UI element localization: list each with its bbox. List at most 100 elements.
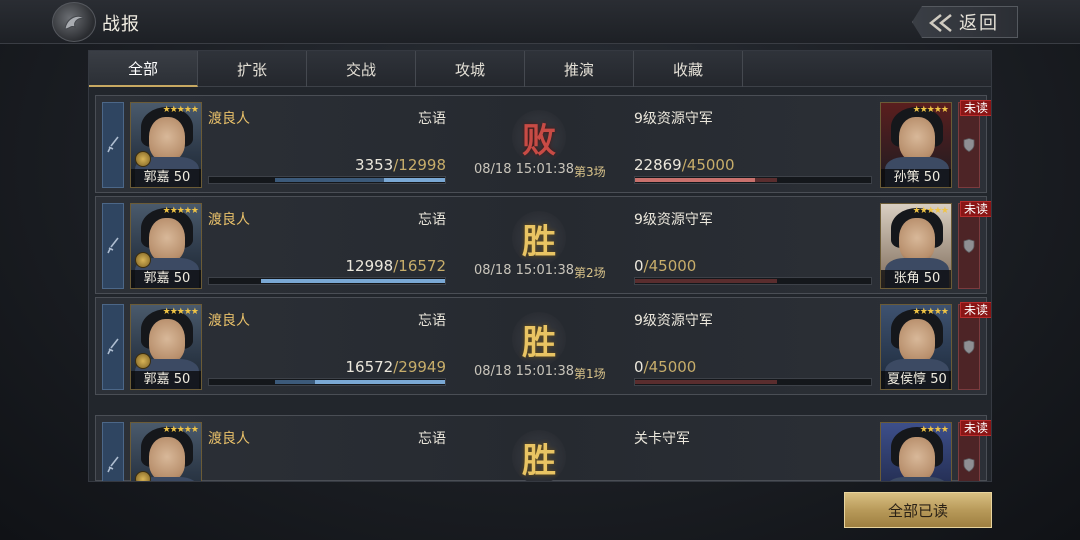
tab-simulation[interactable]: 推演: [525, 51, 634, 87]
defender-troops-current: 0: [634, 358, 644, 376]
defender-troops-max: /45000: [643, 257, 697, 275]
attacker-troops: 3353/12998: [296, 156, 446, 174]
attacker-troops: 16572/29949: [296, 358, 447, 376]
attacker-troops-max: /29949: [393, 358, 446, 376]
unread-badge: 未读: [959, 420, 991, 436]
defender-name: 关卡守军: [634, 431, 690, 447]
defender-bar-lost: [635, 279, 777, 283]
battle-report-panel: 全部 扩张 交战 攻城 推演 收藏 ★★★★★ 郭嘉 50 渡良人 忘语 335…: [88, 50, 992, 482]
seal-icon: [135, 353, 151, 369]
attacker-troops-max: /16572: [393, 257, 446, 275]
defender-hero-name: 张角 50: [881, 270, 951, 288]
attacker-troops-current: 12998: [345, 257, 394, 275]
report-row[interactable]: ★★★★★ 郭嘉 50 渡良人 忘语 12998/16572 胜 08/18 1…: [95, 196, 991, 294]
result-text: 胜: [522, 322, 556, 363]
defender-name: 9级资源守军: [634, 111, 713, 127]
attacker-player-name: 渡良人: [208, 313, 250, 329]
attacker-player-name: 渡良人: [208, 111, 250, 127]
defender-bar-lost: [635, 380, 777, 384]
result-text: 败: [522, 120, 556, 161]
shield-icon: [963, 458, 975, 472]
attacker-hero-portrait[interactable]: ★★★★★: [130, 422, 202, 481]
back-label: 返回: [959, 13, 999, 34]
tab-expand[interactable]: 扩张: [198, 51, 307, 87]
defender-hero-portrait[interactable]: ★★★★★ 孙策 50: [880, 102, 952, 188]
hero-face: [899, 117, 935, 161]
result-text: 胜: [522, 221, 556, 262]
attacker-hero-portrait[interactable]: ★★★★★ 郭嘉 50: [130, 102, 202, 188]
attacker-hero-name: 郭嘉 50: [131, 371, 201, 389]
report-row[interactable]: ★★★★★ 郭嘉 50 渡良人 忘语 3353/12998 败 08/18 15…: [95, 95, 991, 193]
shield-icon: [963, 138, 975, 152]
attacker-side-tab: [102, 304, 124, 390]
dragon-emblem-icon: [52, 2, 96, 42]
tab-favorites[interactable]: 收藏: [634, 51, 743, 87]
report-row[interactable]: ★★★★★ 郭嘉 50 渡良人 忘语 16572/29949 胜 08/18 1…: [95, 297, 991, 395]
unread-badge: 未读: [959, 100, 991, 116]
defender-troops-max: /45000: [681, 156, 735, 174]
page-title: 战报: [102, 14, 140, 35]
hero-stars: ★★★★★: [162, 425, 199, 435]
attacker-side-tab: [102, 102, 124, 188]
hero-stars: ★★★★★: [162, 105, 199, 115]
result-text: 胜: [522, 440, 556, 481]
attacker-bar-fill: [315, 380, 445, 384]
defender-troops-max: /45000: [643, 358, 697, 376]
result-emblem: 胜: [512, 430, 566, 481]
attacker-hero-portrait[interactable]: ★★★★★ 郭嘉 50: [130, 203, 202, 289]
tab-battle[interactable]: 交战: [307, 51, 416, 87]
tab-all[interactable]: 全部: [89, 51, 198, 87]
sword-icon: [107, 338, 119, 355]
back-button[interactable]: 返回: [912, 6, 1018, 38]
report-row[interactable]: ★★★★★ 渡良人 忘语 胜 关卡守军 ★★★★ 未读: [95, 415, 991, 481]
hero-stars: ★★★★: [919, 425, 949, 435]
hero-face: [149, 218, 185, 262]
attacker-troops-current: 16572: [345, 358, 394, 376]
unread-badge: 未读: [959, 302, 991, 318]
double-chevron-left-icon: [928, 14, 952, 32]
defender-bar-fill: [635, 178, 755, 182]
result-emblem: 胜: [512, 211, 566, 265]
attacker-alliance: 忘语: [418, 313, 446, 329]
defender-hero-portrait[interactable]: ★★★★: [880, 422, 952, 481]
hero-face: [899, 218, 935, 262]
hero-stars: ★★★★★: [912, 307, 949, 317]
seal-icon: [135, 151, 151, 167]
hero-face: [899, 437, 935, 481]
defender-hero-name: 夏侯惇 50: [881, 371, 951, 389]
seal-icon: [135, 252, 151, 268]
attacker-alliance: 忘语: [418, 212, 446, 228]
attacker-side-tab: [102, 422, 124, 481]
hero-stars: ★★★★★: [912, 105, 949, 115]
defender-troops-current: 0: [634, 257, 644, 275]
attacker-troop-bar: [208, 176, 446, 184]
attacker-side-tab: [102, 203, 124, 289]
defender-name: 9级资源守军: [634, 313, 713, 329]
tab-siege[interactable]: 攻城: [416, 51, 525, 87]
defender-troop-bar: [634, 176, 872, 184]
attacker-troops-current: 3353: [355, 156, 394, 174]
defender-troops-current: 22869: [634, 156, 682, 174]
defender-hero-name: 孙策 50: [881, 169, 951, 187]
read-all-button[interactable]: 全部已读: [844, 492, 992, 528]
shield-icon: [963, 340, 975, 354]
attacker-troop-bar: [208, 378, 446, 386]
defender-hero-portrait[interactable]: ★★★★★ 张角 50: [880, 203, 952, 289]
attacker-troops-max: /12998: [393, 156, 446, 174]
defender-hero-portrait[interactable]: ★★★★★ 夏侯惇 50: [880, 304, 952, 390]
sword-icon: [107, 237, 119, 254]
hero-face: [149, 117, 185, 161]
hero-face: [149, 319, 185, 363]
hero-stars: ★★★★★: [162, 307, 199, 317]
hero-face: [149, 437, 185, 481]
attacker-hero-name: 郭嘉 50: [131, 169, 201, 187]
battle-time: 08/18 15:01:38: [474, 162, 574, 177]
attacker-hero-portrait[interactable]: ★★★★★ 郭嘉 50: [130, 304, 202, 390]
result-emblem: 败: [512, 110, 566, 164]
defender-troops: 0/45000: [634, 257, 696, 275]
attacker-alliance: 忘语: [418, 111, 446, 127]
seal-icon: [135, 471, 151, 481]
defender-name: 9级资源守军: [634, 212, 713, 228]
tab-bar: 全部 扩张 交战 攻城 推演 收藏: [89, 51, 991, 87]
battle-round: 第3场: [574, 165, 606, 179]
